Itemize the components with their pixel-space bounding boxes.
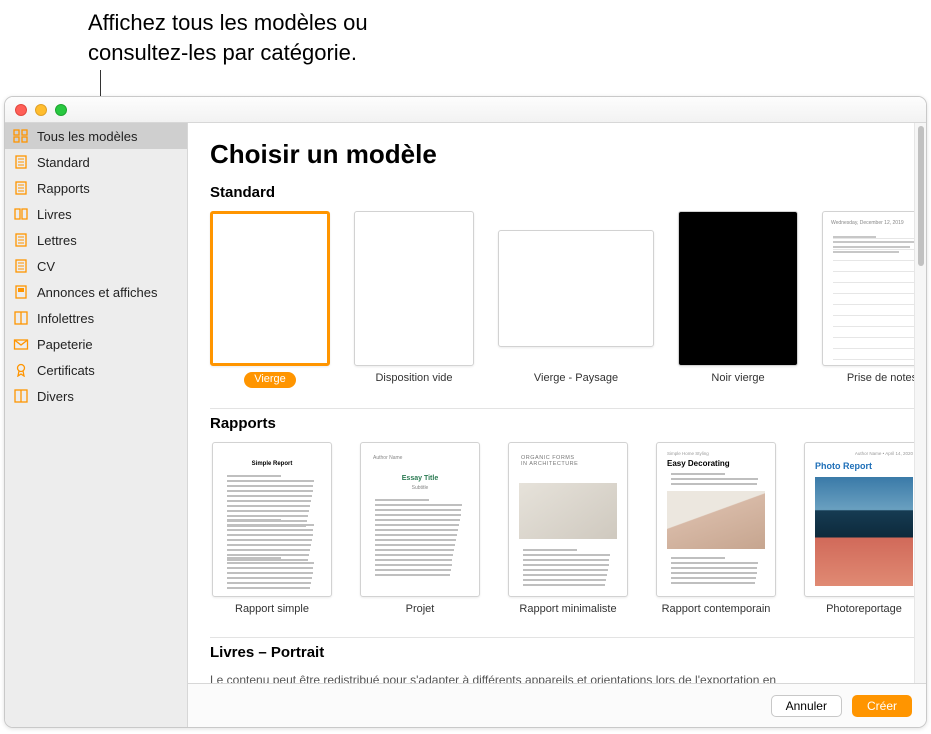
grid-icon xyxy=(13,129,29,143)
template-item[interactable]: Vierge - Paysage xyxy=(498,211,654,388)
template-label: Photoreportage xyxy=(826,603,902,617)
sidebar-item-label: Standard xyxy=(37,155,90,170)
template-item[interactable]: Author NameEssay TitleSubtitle Projet xyxy=(358,442,482,617)
template-item[interactable]: Simple Home StylingEasy Decorating Rappor… xyxy=(654,442,778,617)
window-body: Tous les modèles Standard Rapports Livres Le… xyxy=(5,123,926,727)
minimize-window-button[interactable] xyxy=(35,104,47,116)
template-label: Noir vierge xyxy=(711,372,764,386)
columns-icon xyxy=(13,311,29,325)
doc-lines-icon xyxy=(13,181,29,195)
template-thumbnail[interactable] xyxy=(354,211,474,366)
footer-bar: Annuler Créer xyxy=(188,683,926,727)
template-item[interactable]: Vierge xyxy=(210,211,330,388)
template-thumbnail[interactable]: ORGANIC FORMSIN ARCHITECTURE xyxy=(508,442,628,597)
template-label: Projet xyxy=(406,603,435,617)
doc-lines-icon xyxy=(13,233,29,247)
section-note: Le contenu peut être redistribué pour s'… xyxy=(210,671,926,684)
template-chooser-window: Tous les modèles Standard Rapports Livres Le… xyxy=(4,96,927,728)
sidebar-item-annonces-et-affiches[interactable]: Annonces et affiches xyxy=(5,279,187,305)
sidebar-item-certificats[interactable]: Certificats xyxy=(5,357,187,383)
section-title: Livres – Portrait xyxy=(210,644,926,661)
sidebar-item-label: Divers xyxy=(37,389,74,404)
template-thumbnail[interactable]: Author Name • April 14, 2020Photo Report xyxy=(804,442,924,597)
sidebar-item-standard[interactable]: Standard xyxy=(5,149,187,175)
sidebar-item-label: Certificats xyxy=(37,363,95,378)
book-icon xyxy=(13,207,29,221)
template-label: Prise de notes xyxy=(847,372,917,386)
sidebar-item-label: Tous les modèles xyxy=(37,129,137,144)
template-thumbnail[interactable] xyxy=(678,211,798,366)
zoom-window-button[interactable] xyxy=(55,104,67,116)
sidebar-item-cv[interactable]: CV xyxy=(5,253,187,279)
sidebar-item-tous-les-modèles[interactable]: Tous les modèles xyxy=(5,123,187,149)
create-button[interactable]: Créer xyxy=(852,695,912,717)
template-thumbnail[interactable]: Author NameEssay TitleSubtitle xyxy=(360,442,480,597)
template-item[interactable]: Simple Report Rapport simple xyxy=(210,442,334,617)
sidebar-item-label: Papeterie xyxy=(37,337,93,352)
sidebar-item-divers[interactable]: Divers xyxy=(5,383,187,409)
columns-icon xyxy=(13,389,29,403)
template-thumbnail[interactable]: Wednesday, December 12, 2019 xyxy=(822,211,926,366)
page-title: Choisir un modèle xyxy=(210,139,926,170)
template-item[interactable]: Disposition vide xyxy=(354,211,474,388)
sidebar-item-label: Annonces et affiches xyxy=(37,285,157,300)
doc-lines-icon xyxy=(13,259,29,273)
ribbon-icon xyxy=(13,363,29,377)
template-thumbnail[interactable] xyxy=(210,211,330,366)
sidebar-item-label: Livres xyxy=(37,207,72,222)
template-label: Disposition vide xyxy=(375,372,452,386)
sidebar-item-label: CV xyxy=(37,259,55,274)
cancel-button[interactable]: Annuler xyxy=(771,695,842,717)
vertical-scrollbar[interactable] xyxy=(914,123,926,683)
sidebar-item-papeterie[interactable]: Papeterie xyxy=(5,331,187,357)
template-thumbnail[interactable] xyxy=(498,230,654,347)
template-thumbnail[interactable]: Simple Report xyxy=(212,442,332,597)
callout-annotation: Affichez tous les modèles ou consultez-l… xyxy=(88,8,468,67)
template-label: Rapport contemporain xyxy=(662,603,771,617)
sidebar-item-rapports[interactable]: Rapports xyxy=(5,175,187,201)
poster-icon xyxy=(13,285,29,299)
sidebar-item-label: Rapports xyxy=(37,181,90,196)
template-label: Vierge xyxy=(244,372,296,388)
doc-lines-icon xyxy=(13,155,29,169)
template-item[interactable]: Author Name • April 14, 2020Photo Report… xyxy=(802,442,926,617)
template-main: Choisir un modèle Standard Vierge Disposit… xyxy=(188,123,926,727)
section-divider xyxy=(210,408,914,409)
template-row: Vierge Disposition vide Vierge - Paysage No… xyxy=(210,211,926,388)
template-scroll-area[interactable]: Choisir un modèle Standard Vierge Disposit… xyxy=(188,123,926,683)
section-title: Standard xyxy=(210,184,926,201)
sidebar-item-infolettres[interactable]: Infolettres xyxy=(5,305,187,331)
template-label: Rapport simple xyxy=(235,603,309,617)
envelope-icon xyxy=(13,337,29,351)
close-window-button[interactable] xyxy=(15,104,27,116)
template-label: Vierge - Paysage xyxy=(534,372,618,386)
window-titlebar xyxy=(5,97,926,123)
template-row: Simple Report Rapport simple Author NameEs… xyxy=(210,442,926,617)
sidebar-item-label: Infolettres xyxy=(37,311,94,326)
sidebar-item-livres[interactable]: Livres xyxy=(5,201,187,227)
template-item[interactable]: Wednesday, December 12, 2019 Prise de not… xyxy=(822,211,926,388)
category-sidebar: Tous les modèles Standard Rapports Livres Le… xyxy=(5,123,188,727)
sidebar-item-lettres[interactable]: Lettres xyxy=(5,227,187,253)
section-title: Rapports xyxy=(210,415,926,432)
template-label: Rapport minimaliste xyxy=(519,603,616,617)
section-divider xyxy=(210,637,914,638)
template-item[interactable]: Noir vierge xyxy=(678,211,798,388)
sidebar-item-label: Lettres xyxy=(37,233,77,248)
template-item[interactable]: ORGANIC FORMSIN ARCHITECTURE Rapport mini… xyxy=(506,442,630,617)
template-thumbnail[interactable]: Simple Home StylingEasy Decorating xyxy=(656,442,776,597)
